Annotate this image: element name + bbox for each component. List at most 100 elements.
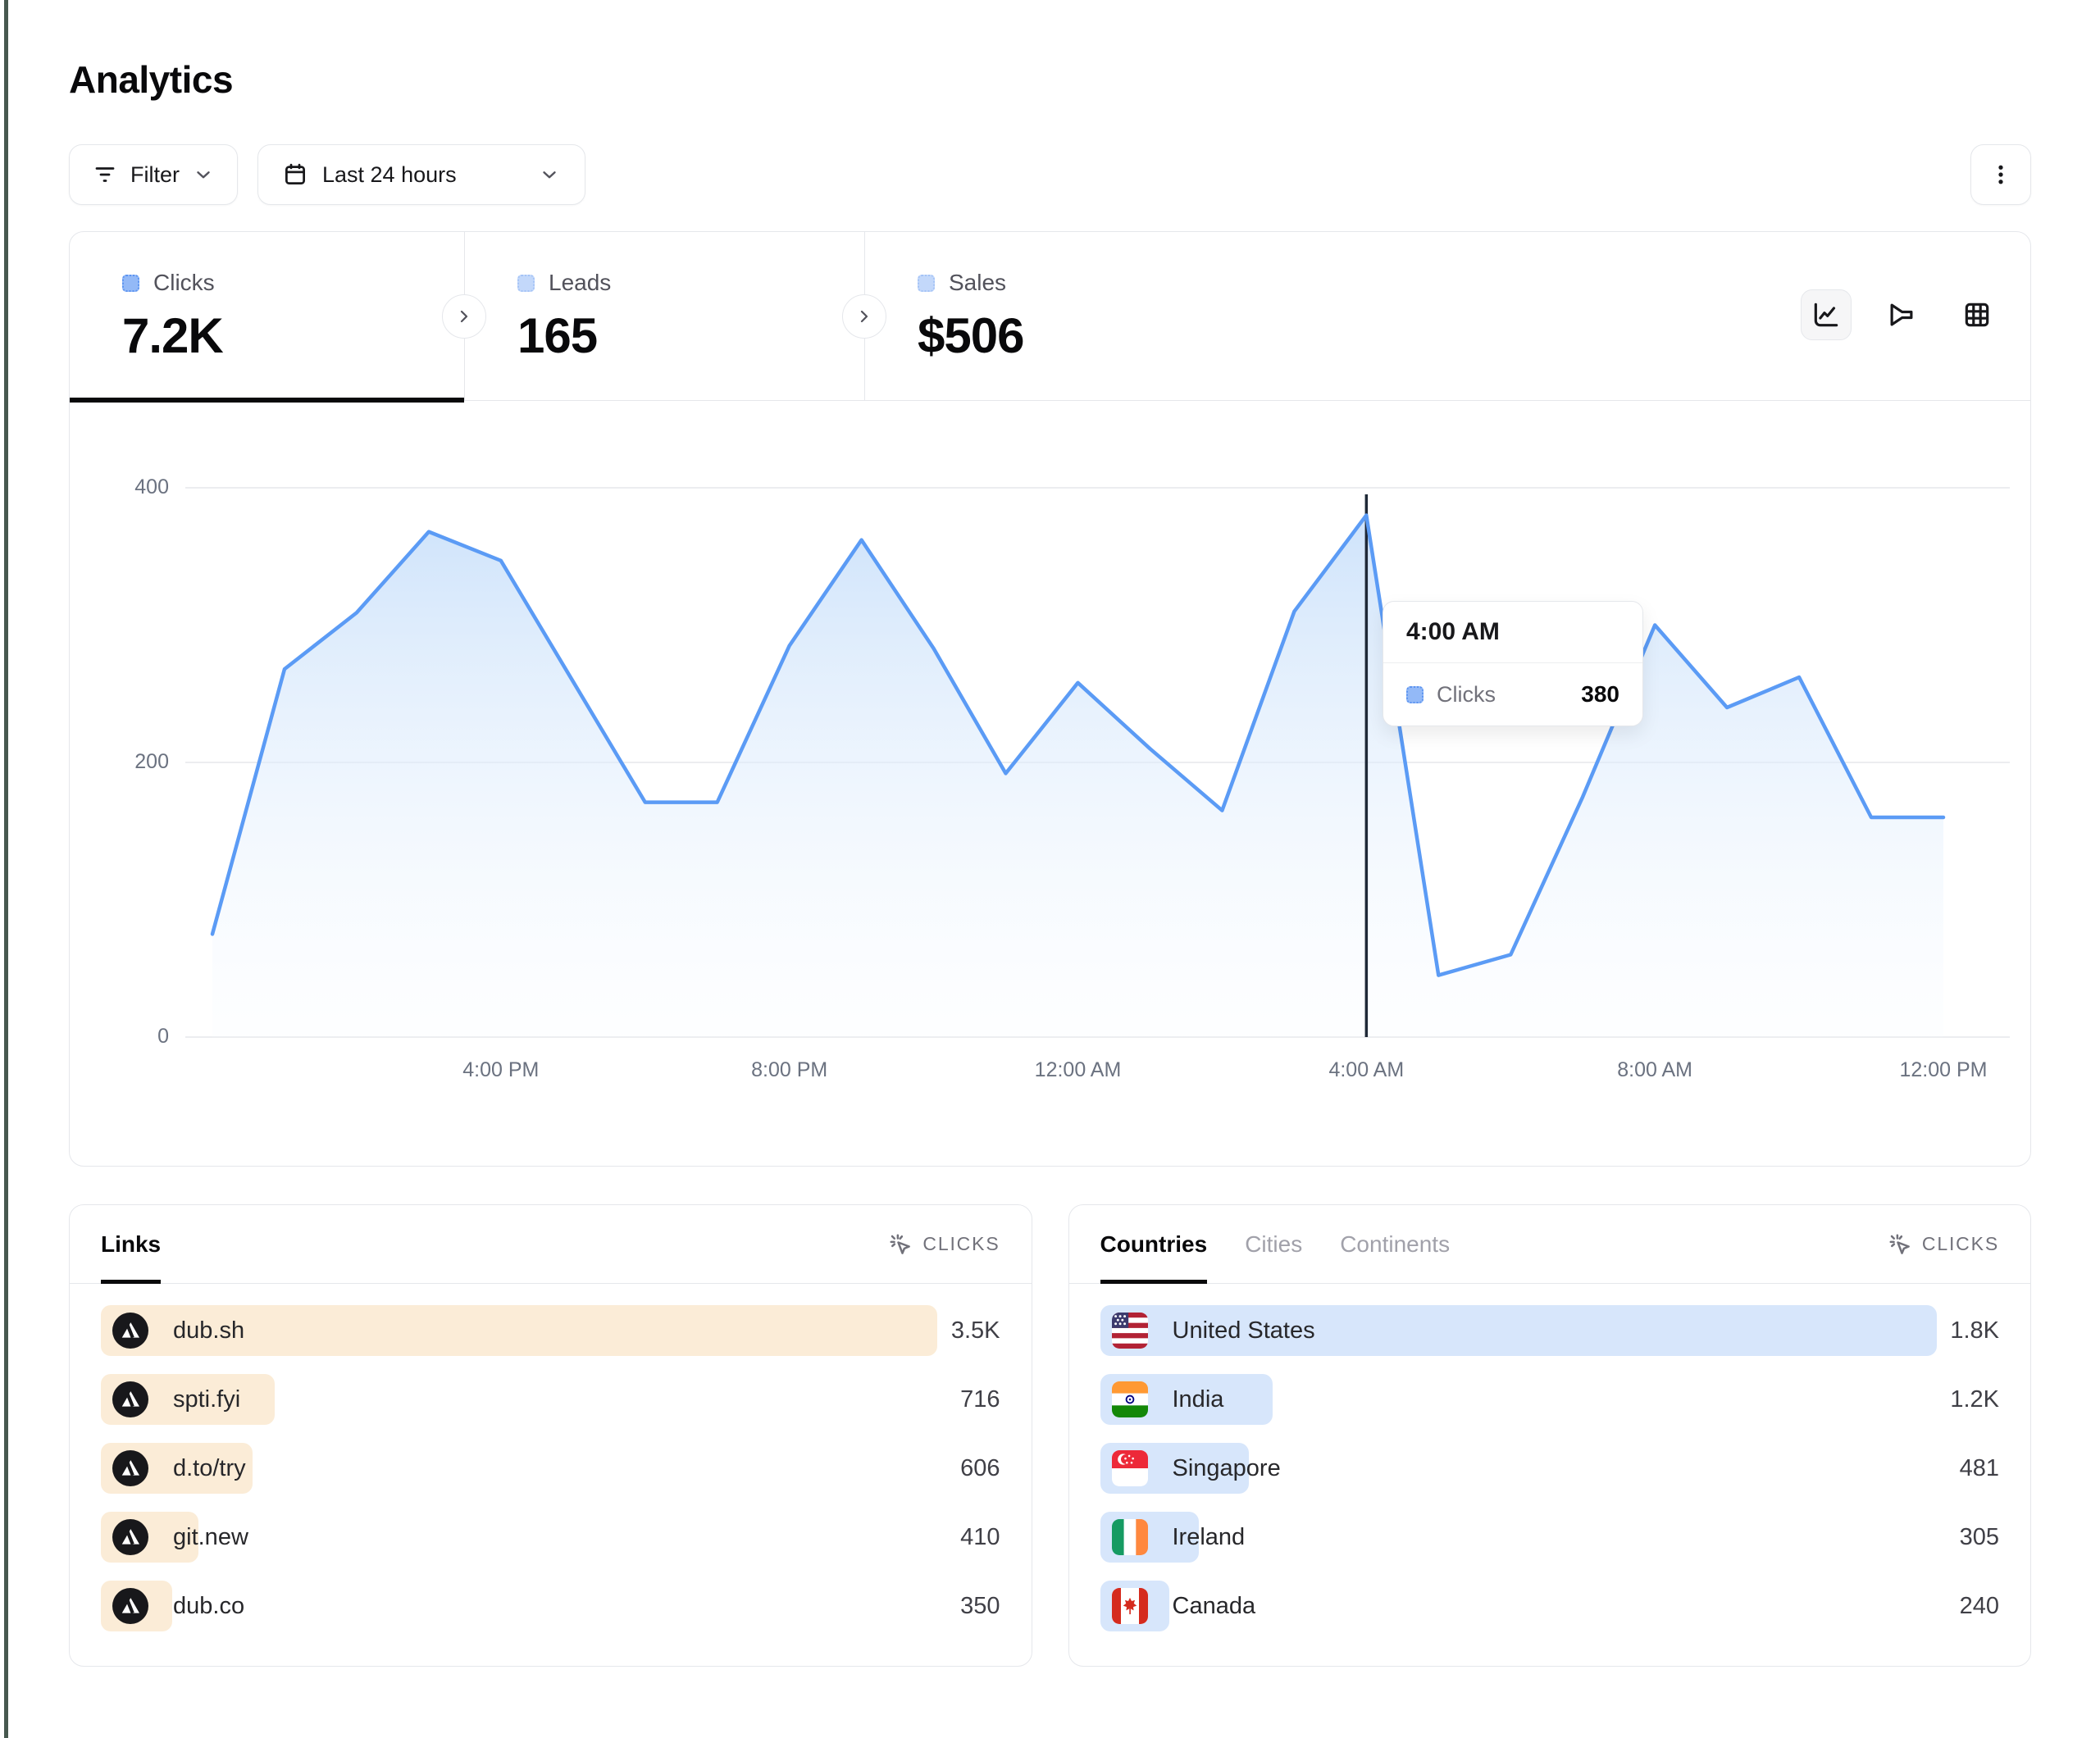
funnel-view-button[interactable] — [1876, 289, 1927, 340]
links-rows: dub.sh3.5K spti.fyi716 d.to/try 606 git.new 4… — [70, 1284, 1032, 1631]
tooltip-value: 380 — [1581, 681, 1619, 707]
tooltip-series-label: Clicks — [1437, 682, 1496, 707]
dub-logo-icon — [112, 1381, 148, 1417]
row-label: d.to/try — [173, 1455, 246, 1482]
chart-tooltip: 4:00 AM Clicks 380 — [1383, 601, 1643, 726]
row-label: dub.co — [173, 1593, 244, 1620]
clicks-legend-icon — [1406, 686, 1424, 703]
geo-row[interactable]: Ireland 305 — [1100, 1512, 2000, 1563]
line-chart-view-button[interactable] — [1801, 289, 1852, 340]
kebab-menu-icon — [1988, 162, 2013, 187]
analytics-chart-card: Clicks 7.2K Leads 165 Sales $506 — [69, 231, 2031, 1167]
links-row[interactable]: dub.co 350 — [101, 1581, 1000, 1631]
funnel-icon — [1886, 299, 1917, 330]
row-label: United States — [1173, 1317, 1315, 1344]
stat-value-leads: 165 — [517, 307, 864, 364]
more-options-button[interactable] — [1970, 144, 2031, 205]
links-metric-selector[interactable]: CLICKS — [888, 1232, 1000, 1257]
row-value: 350 — [960, 1593, 1000, 1620]
chevron-right-icon — [854, 307, 874, 326]
tab-links[interactable]: Links — [101, 1205, 161, 1283]
metric-label: CLICKS — [922, 1233, 1000, 1255]
tab-countries[interactable]: Countries — [1100, 1205, 1208, 1283]
stat-tab-clicks[interactable]: Clicks 7.2K — [70, 232, 464, 400]
dub-logo-icon — [112, 1313, 148, 1349]
y-axis-tick-label: 0 — [87, 1025, 169, 1049]
row-value: 1.8K — [1950, 1317, 1999, 1344]
cursor-click-icon — [1888, 1232, 1912, 1257]
stat-value-sales: $506 — [918, 307, 1264, 364]
leads-legend-icon — [517, 275, 535, 292]
row-label: India — [1173, 1386, 1224, 1413]
y-axis-tick-label: 400 — [87, 475, 169, 499]
stat-tab-leads[interactable]: Leads 165 — [464, 232, 864, 400]
geo-panel: Countries Cities Continents CLICKS Unite… — [1068, 1204, 2032, 1667]
x-axis-tick-label: 12:00 PM — [1870, 1058, 2017, 1082]
row-label: Singapore — [1173, 1455, 1281, 1482]
x-axis-tick-label: 12:00 AM — [1004, 1058, 1152, 1082]
x-axis-tick-label: 8:00 PM — [716, 1058, 863, 1082]
sales-legend-icon — [918, 275, 935, 292]
x-axis-tick-label: 4:00 AM — [1292, 1058, 1440, 1082]
date-range-label: Last 24 hours — [322, 162, 457, 188]
row-label: Canada — [1173, 1593, 1256, 1620]
clicks-legend-icon — [122, 275, 139, 292]
us-flag-icon — [1112, 1313, 1148, 1349]
stat-tab-sales[interactable]: Sales $506 — [864, 232, 1264, 400]
ie-flag-icon — [1112, 1519, 1148, 1555]
filter-icon — [93, 162, 117, 187]
stat-value-label: Sales — [949, 270, 1006, 296]
row-label: dub.sh — [173, 1317, 244, 1344]
in-flag-icon — [1112, 1381, 1148, 1417]
table-grid-icon — [1961, 299, 1993, 330]
date-range-button[interactable]: Last 24 hours — [257, 144, 585, 205]
stats-row: Clicks 7.2K Leads 165 Sales $506 — [70, 232, 2030, 401]
links-row[interactable]: git.new 410 — [101, 1512, 1000, 1563]
row-value: 716 — [960, 1386, 1000, 1413]
expand-leads-button[interactable] — [442, 294, 486, 339]
row-value: 410 — [960, 1524, 1000, 1551]
chevron-down-icon — [539, 164, 560, 185]
row-value: 481 — [1960, 1455, 1999, 1482]
row-label: git.new — [173, 1524, 248, 1551]
links-row[interactable]: spti.fyi716 — [101, 1374, 1000, 1425]
geo-metric-selector[interactable]: CLICKS — [1888, 1232, 1999, 1257]
links-panel-header: Links CLICKS — [70, 1205, 1032, 1284]
stat-label: Leads — [549, 270, 611, 296]
filter-button[interactable]: Filter — [69, 144, 238, 205]
stat-value-clicks: 7.2K — [122, 307, 464, 364]
row-label: Ireland — [1173, 1524, 1246, 1551]
links-row[interactable]: dub.sh3.5K — [101, 1305, 1000, 1356]
dub-logo-icon — [112, 1588, 148, 1624]
ca-flag-icon — [1112, 1588, 1148, 1624]
chevron-down-icon — [193, 164, 214, 185]
tooltip-time: 4:00 AM — [1383, 602, 1642, 663]
geo-row[interactable]: India 1.2K — [1100, 1374, 2000, 1425]
expand-sales-button[interactable] — [842, 294, 886, 339]
metric-label: CLICKS — [1922, 1233, 1999, 1255]
sg-flag-icon — [1112, 1450, 1148, 1486]
filter-button-label: Filter — [130, 162, 180, 188]
row-value: 606 — [960, 1455, 1000, 1482]
x-axis-tick-label: 4:00 PM — [427, 1058, 575, 1082]
geo-row[interactable]: Canada240 — [1100, 1581, 2000, 1631]
table-view-button[interactable] — [1952, 289, 2002, 340]
geo-rows: United States 1.8K India 1.2K Singapore 481 Ir… — [1069, 1284, 2031, 1631]
tab-continents[interactable]: Continents — [1340, 1205, 1450, 1283]
chevron-right-icon — [454, 307, 474, 326]
geo-panel-header: Countries Cities Continents CLICKS — [1069, 1205, 2031, 1284]
row-value: 305 — [1960, 1524, 1999, 1551]
stat-label: Clicks — [153, 270, 215, 296]
dub-logo-icon — [112, 1450, 148, 1486]
geo-row[interactable]: Singapore 481 — [1100, 1443, 2000, 1494]
links-row[interactable]: d.to/try 606 — [101, 1443, 1000, 1494]
toolbar: Filter Last 24 hours — [69, 144, 2031, 205]
geo-row[interactable]: United States 1.8K — [1100, 1305, 2000, 1356]
page-title: Analytics — [69, 57, 2031, 102]
tab-cities[interactable]: Cities — [1245, 1205, 1302, 1283]
links-panel: Links CLICKS dub.sh3.5K spti.fyi716 d.to/t… — [69, 1204, 1032, 1667]
dub-logo-icon — [112, 1519, 148, 1555]
row-value: 1.2K — [1950, 1386, 1999, 1413]
line-chart-icon — [1811, 299, 1842, 330]
x-axis-tick-label: 8:00 AM — [1581, 1058, 1729, 1082]
